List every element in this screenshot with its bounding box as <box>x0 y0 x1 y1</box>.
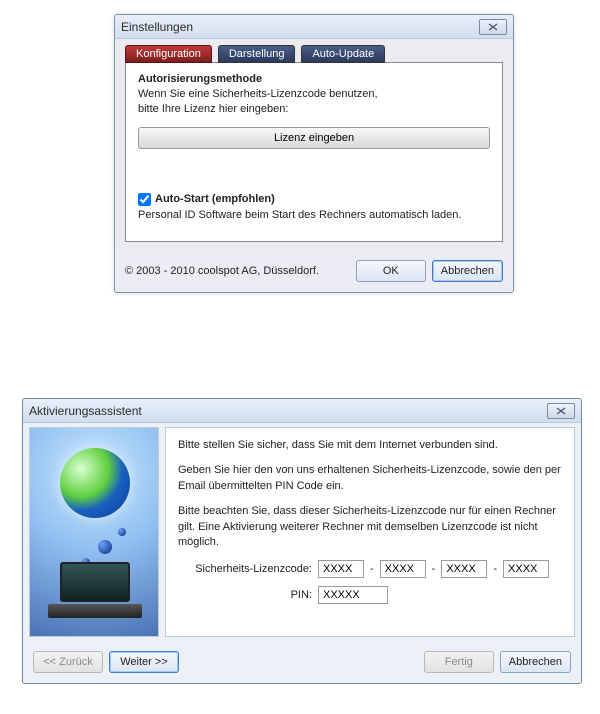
settings-body: Konfiguration Darstellung Auto-Update Au… <box>115 39 513 252</box>
settings-tabs: Konfiguration Darstellung Auto-Update <box>125 45 503 63</box>
wizard-body: Bitte stellen Sie sicher, dass Sie mit d… <box>23 423 581 643</box>
license-code-label: Sicherheits-Lizenzcode: <box>192 562 312 577</box>
autostart-label: Auto-Start (empfohlen) <box>155 193 275 205</box>
settings-title: Einstellungen <box>121 20 193 34</box>
wizard-p2: Geben Sie hier den von uns erhaltenen Si… <box>178 463 562 494</box>
auth-heading: Autorisierungsmethode <box>138 73 490 85</box>
tab-darstellung[interactable]: Darstellung <box>218 45 296 63</box>
license-code-part-3[interactable] <box>441 560 487 578</box>
wizard-p1: Bitte stellen Sie sicher, dass Sie mit d… <box>178 438 562 453</box>
spacer <box>138 149 490 185</box>
wizard-p3: Bitte beachten Sie, dass dieser Sicherhe… <box>178 504 562 550</box>
auth-text-1: Wenn Sie eine Sicherheits-Lizenzcode ben… <box>138 87 490 102</box>
wizard-content: Bitte stellen Sie sicher, dass Sie mit d… <box>165 427 575 637</box>
license-code-part-2[interactable] <box>380 560 426 578</box>
settings-panel: Autorisierungsmethode Wenn Sie eine Sich… <box>125 62 503 242</box>
tab-konfiguration[interactable]: Konfiguration <box>125 45 212 63</box>
tab-autoupdate[interactable]: Auto-Update <box>301 45 385 63</box>
autostart-checkbox[interactable] <box>138 193 151 206</box>
wizard-titlebar[interactable]: Aktivierungsassistent <box>23 399 581 423</box>
copyright-text: © 2003 - 2010 coolspot AG, Düsseldorf. <box>125 265 350 277</box>
wizard-sidebar-image <box>29 427 159 637</box>
close-icon[interactable] <box>547 403 575 419</box>
license-code-part-1[interactable] <box>318 560 364 578</box>
enter-license-button[interactable]: Lizenz eingeben <box>138 127 490 149</box>
cancel-button[interactable]: Abbrechen <box>500 651 571 673</box>
dash: - <box>493 562 497 577</box>
back-button[interactable]: << Zurück <box>33 651 103 673</box>
dash: - <box>370 562 374 577</box>
license-code-row: Sicherheits-Lizenzcode: - - - <box>178 560 562 578</box>
autostart-hint: Personal ID Software beim Start des Rech… <box>138 208 490 223</box>
settings-footer: © 2003 - 2010 coolspot AG, Düsseldorf. O… <box>115 252 513 292</box>
pin-input[interactable] <box>318 586 388 604</box>
pin-row: PIN: <box>178 586 562 604</box>
settings-dialog: Einstellungen Konfiguration Darstellung … <box>114 14 514 293</box>
globe-icon <box>60 448 130 518</box>
laptop-icon <box>48 562 142 618</box>
settings-titlebar[interactable]: Einstellungen <box>115 15 513 39</box>
dash: - <box>432 562 436 577</box>
auth-text-2: bitte Ihre Lizenz hier eingeben: <box>138 102 490 117</box>
autostart-row: Auto-Start (empfohlen) <box>138 193 490 206</box>
cancel-button[interactable]: Abbrechen <box>432 260 503 282</box>
wizard-title: Aktivierungsassistent <box>29 404 142 418</box>
activation-wizard-dialog: Aktivierungsassistent Bitte stellen Sie … <box>22 398 582 684</box>
license-code-part-4[interactable] <box>503 560 549 578</box>
pin-label: PIN: <box>192 588 312 603</box>
next-button[interactable]: Weiter >> <box>109 651 179 673</box>
finish-button[interactable]: Fertig <box>424 651 494 673</box>
close-icon[interactable] <box>479 19 507 35</box>
wizard-footer: << Zurück Weiter >> Fertig Abbrechen <box>23 643 581 683</box>
ok-button[interactable]: OK <box>356 260 426 282</box>
